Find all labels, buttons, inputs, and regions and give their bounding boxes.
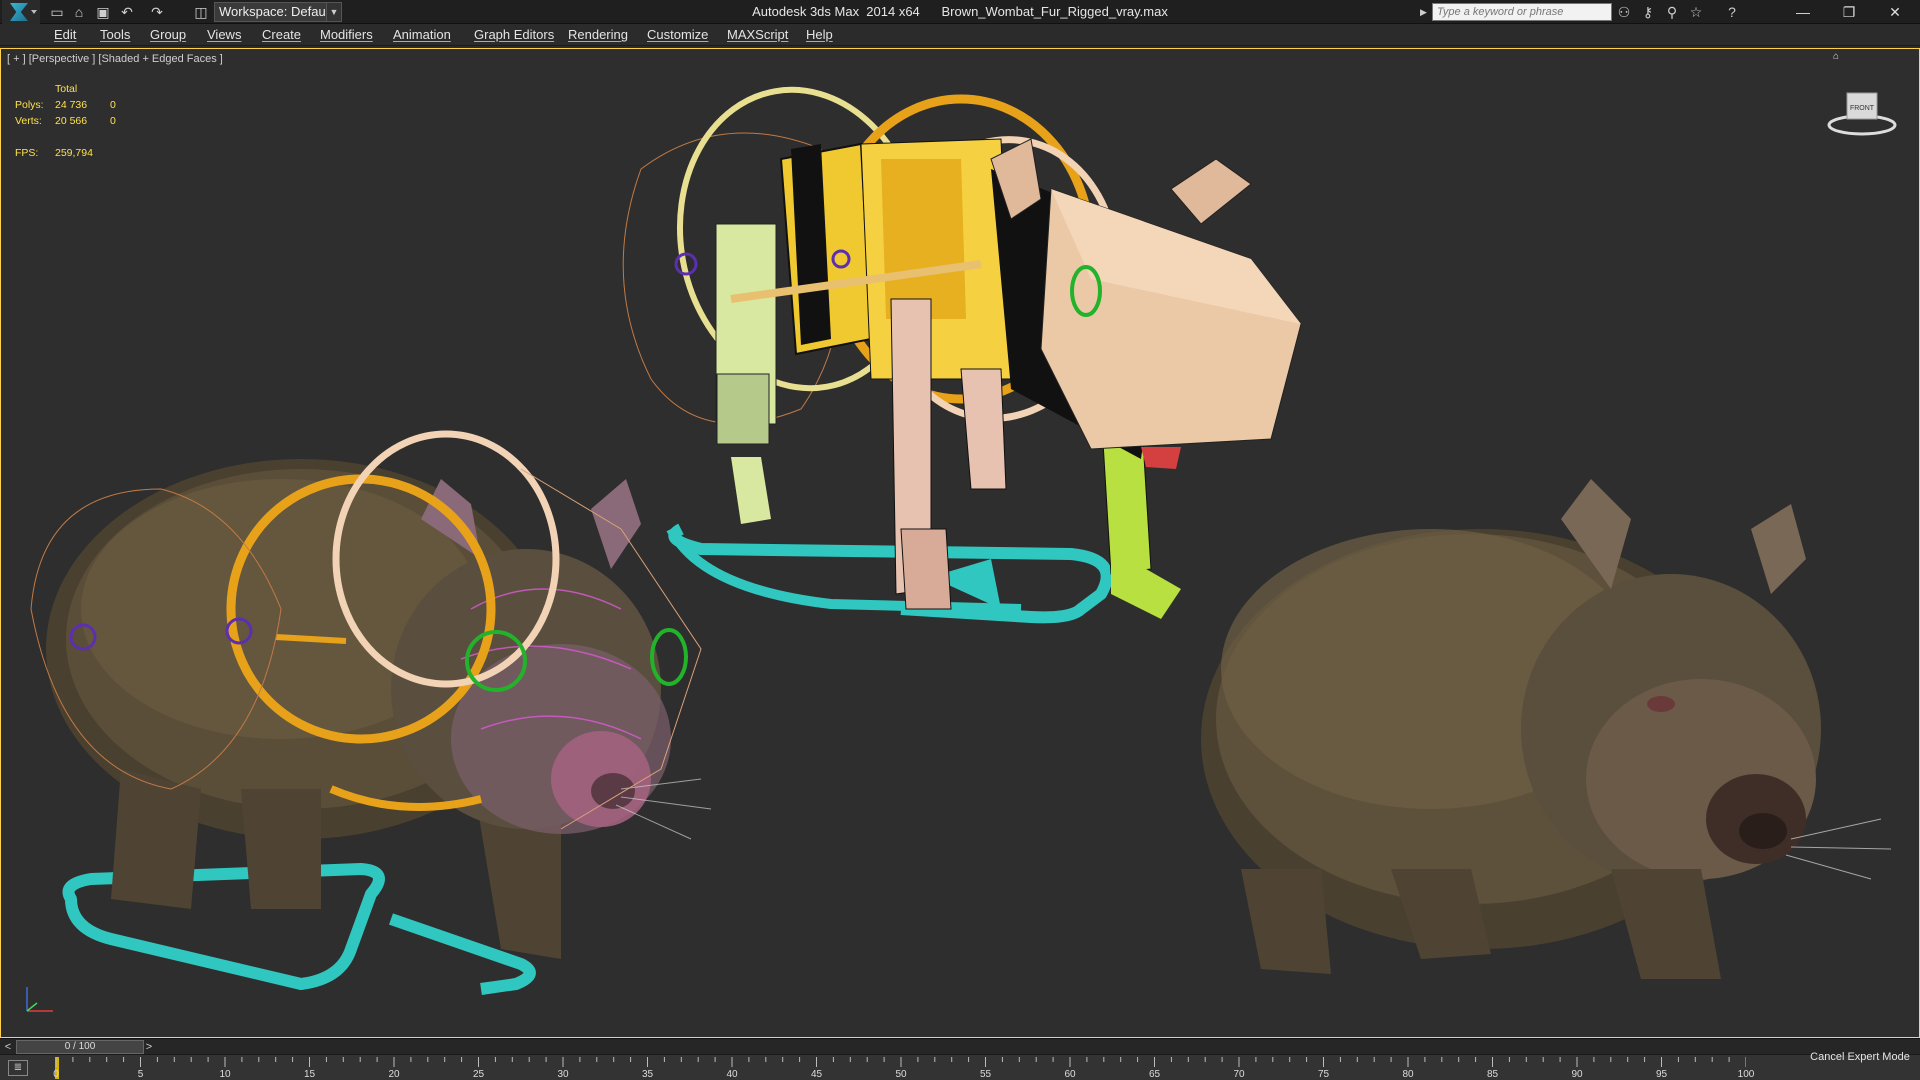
timeline-tick-label: 0 [53,1069,59,1080]
menu-maxscript[interactable]: MAXScript [727,27,788,42]
curve-editor-icon[interactable]: ≣ [8,1060,28,1076]
save-icon[interactable]: ▣ [94,3,112,21]
timeline-tick-label: 15 [303,1069,316,1080]
time-prev-button[interactable]: < [2,1039,14,1055]
menu-animation[interactable]: Animation [393,27,451,42]
verts-selected: 0 [110,115,116,127]
timeline-tick-label: 80 [1402,1069,1414,1080]
minimize-button[interactable]: — [1780,0,1826,24]
new-icon[interactable]: ▭ [48,3,66,21]
fps-value: 259,794 [55,147,93,159]
workspace-dropdown[interactable]: Workspace: Default [214,2,342,22]
timeline-tick-label: 90 [1571,1069,1583,1080]
timeline-tick-label: 40 [726,1069,738,1080]
viewcube-face-label: FRONT [1850,105,1875,112]
menu-edit[interactable]: Edit [54,27,76,42]
open-icon[interactable]: ⌂ [70,3,88,21]
menu-customize[interactable]: Customize [647,27,708,42]
menu-help[interactable]: Help [806,27,833,42]
menu-views[interactable]: Views [207,27,241,42]
perspective-viewport[interactable]: [ + ] [Perspective ] [Shaded + Edged Fac… [0,48,1920,1038]
help-icon[interactable]: ? [1722,3,1742,21]
menu-create[interactable]: Create [262,27,301,42]
axis-tripod-icon [26,987,53,1012]
cancel-expert-mode-button[interactable]: Cancel Expert Mode [1800,1044,1920,1070]
timeline-tick-label: 5 [137,1069,144,1080]
project-icon[interactable]: ◫ [192,3,210,21]
wombat-bone-rig[interactable] [622,70,1302,624]
chevron-right-icon[interactable]: ▶ [1420,3,1430,21]
viewcube[interactable]: FRONT [1827,87,1897,137]
timeline-tick-label: 20 [388,1069,400,1080]
menu-tools[interactable]: Tools [100,27,130,42]
track-bar[interactable]: ≣ 0 5 10 15 20 25 30 35 40 45 50 55 60 65 70 75 80 85 90 95… [0,1054,1920,1080]
timeline-tick-label: 85 [1486,1069,1499,1080]
timeline-tick-label: 35 [641,1069,654,1080]
verts-label: Verts: [15,115,42,127]
timeline-tick-label: 60 [1064,1069,1076,1080]
close-button[interactable]: ✕ [1872,0,1918,24]
stats-header: Total [55,83,78,95]
viewport-scene [30,70,1892,995]
viewport-label[interactable]: [ + ] [Perspective ] [Shaded + Edged Fac… [7,53,223,65]
timeline-tick-label: 70 [1233,1069,1245,1080]
key-icon[interactable]: ⚷ [1638,3,1658,21]
chevron-down-icon[interactable]: ▼ [326,2,342,22]
verts-value: 20 566 [55,115,88,127]
timeline-tick-label: 55 [979,1069,992,1080]
menu-rendering[interactable]: Rendering [568,27,628,42]
menu-group[interactable]: Group [150,27,186,42]
binoculars-icon[interactable]: ⚇ [1614,3,1634,21]
3dsmax-logo-icon [10,3,28,21]
undo-icon[interactable]: ↶ [118,3,136,21]
polys-label: Polys: [15,99,44,111]
sign-in-icon[interactable]: ⚲ [1662,3,1682,21]
restore-button[interactable]: ❐ [1826,0,1872,24]
chevron-down-icon [31,10,37,14]
timeline-tick-label: 25 [472,1069,485,1080]
timeline-tick-label: 75 [1317,1069,1330,1080]
home-icon[interactable]: ⌂ [1833,51,1841,62]
timeline-tick-label: 95 [1655,1069,1668,1080]
timeline-tick-label: 30 [557,1069,569,1080]
redo-icon[interactable]: ↷ [148,3,166,21]
time-slider-bar: < 0 / 100 > [0,1038,1920,1054]
wombat-rigged-model[interactable] [30,430,712,995]
menu-modifiers[interactable]: Modifiers [320,27,373,42]
app-menu-button[interactable] [2,0,40,24]
timeline-tick-label: 100 [1737,1069,1755,1080]
timeline-tick-label: 10 [219,1069,231,1080]
menu-bar: Edit Tools Group Views Create Modifiers … [0,24,1920,46]
fps-label: FPS: [15,147,39,159]
timeline-tick-label: 45 [810,1069,823,1080]
time-slider[interactable]: 0 / 100 [16,1040,144,1054]
menu-graph-editors[interactable]: Graph Editors [474,27,554,42]
title-bar: ▭ ⌂ ▣ ↶ ↷ ◫ Workspace: Default ▼ Autodes… [0,0,1920,24]
time-next-button[interactable]: > [142,1039,156,1055]
search-input[interactable] [1432,3,1612,21]
timeline-tick-label: 65 [1148,1069,1161,1080]
polys-value: 24 736 [55,99,88,111]
wombat-fur-model[interactable] [1201,479,1892,979]
polys-selected: 0 [110,99,116,111]
timeline-tick-label: 50 [895,1069,907,1080]
star-icon[interactable]: ☆ [1686,3,1706,21]
